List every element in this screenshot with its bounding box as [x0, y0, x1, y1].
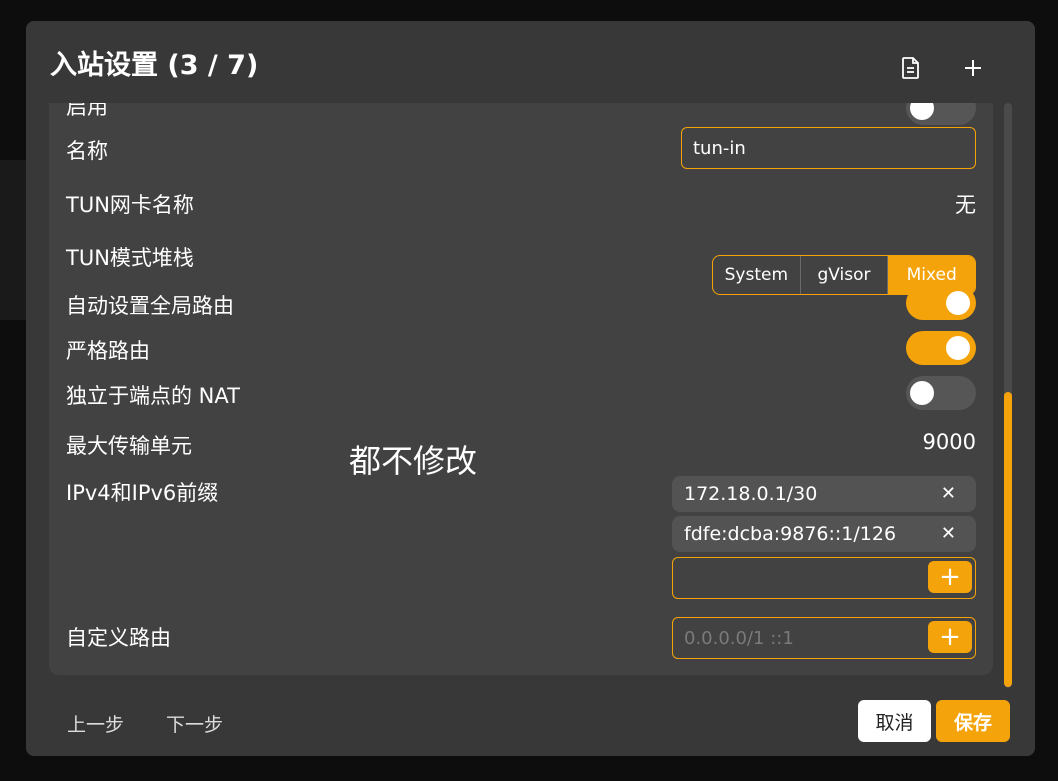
document-icon[interactable] [898, 55, 924, 81]
strict-route-label: 严格路由 [66, 339, 150, 363]
enable-label: 启用 [66, 103, 108, 119]
remove-prefix-icon[interactable]: ✕ [941, 483, 956, 504]
enable-toggle[interactable] [906, 103, 976, 125]
overlay-annotation: 都不修改 [349, 442, 478, 480]
name-input[interactable]: tun-in [681, 127, 976, 169]
background-window-edge [0, 160, 28, 320]
custom-route-label: 自定义路由 [66, 626, 171, 650]
tun-device-label: TUN网卡名称 [66, 193, 194, 217]
tun-device-value: 无 [955, 193, 976, 217]
prefix-chip-text: 172.18.0.1/30 [684, 483, 818, 505]
tun-stack-label: TUN模式堆栈 [66, 246, 194, 270]
prefixes-label: IPv4和IPv6前缀 [66, 481, 219, 505]
stack-option-system[interactable]: System [713, 256, 801, 294]
prefix-chip: 172.18.0.1/30 ✕ [672, 476, 976, 512]
add-route-button[interactable]: + [928, 621, 972, 653]
add-icon[interactable] [960, 55, 986, 81]
auto-route-label: 自动设置全局路由 [66, 294, 234, 318]
prefix-chip-text: fdfe:dcba:9876::1/126 [684, 523, 897, 545]
save-button[interactable]: 保存 [936, 700, 1010, 742]
dialog-title: 入站设置 (3 / 7) [50, 50, 259, 81]
prefix-chip: fdfe:dcba:9876::1/126 ✕ [672, 516, 976, 552]
remove-prefix-icon[interactable]: ✕ [941, 523, 956, 544]
cancel-button[interactable]: 取消 [858, 700, 931, 742]
next-step-link[interactable]: 下一步 [166, 710, 223, 737]
mtu-value: 9000 [922, 430, 976, 454]
endpoint-nat-label: 独立于端点的 NAT [66, 384, 240, 408]
settings-panel: 启用 名称 tun-in TUN网卡名称 无 TUN模式堆栈 System gV… [49, 103, 993, 675]
endpoint-nat-toggle[interactable] [906, 376, 976, 410]
mtu-label: 最大传输单元 [66, 434, 192, 458]
add-prefix-button[interactable]: + [928, 561, 972, 593]
name-label: 名称 [66, 139, 108, 163]
strict-route-toggle[interactable] [906, 331, 976, 365]
inbound-settings-dialog: 入站设置 (3 / 7) 启用 名称 tun-in TUN网卡名称 无 TUN模… [26, 21, 1035, 756]
auto-route-toggle[interactable] [906, 286, 976, 320]
scrollbar-thumb[interactable] [1004, 392, 1012, 687]
stack-option-gvisor[interactable]: gVisor [801, 256, 889, 294]
prev-step-link[interactable]: 上一步 [67, 710, 124, 737]
